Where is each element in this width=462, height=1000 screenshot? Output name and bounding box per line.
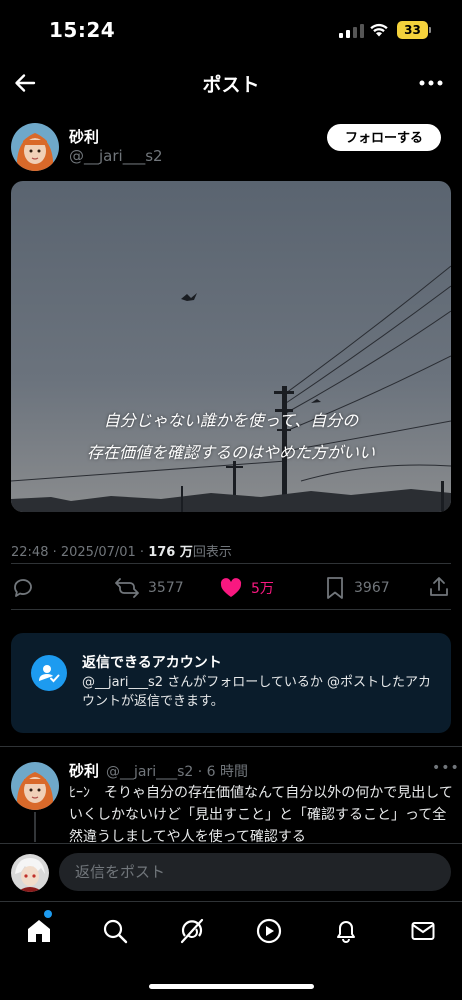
reply-more-button[interactable]: ••• xyxy=(432,760,460,776)
home-indicator xyxy=(149,984,314,989)
cellular-signal-icon xyxy=(339,22,364,38)
reply-author-name[interactable]: 砂利 xyxy=(69,760,99,781)
share-button[interactable] xyxy=(427,575,451,599)
reply-restriction-body: @__jari___s2 さんがフォローしているか @ポストしたアカウントが返信… xyxy=(82,675,431,709)
thread-line xyxy=(34,812,36,842)
post-timestamp: 22:48 · 2025/07/01 · xyxy=(11,545,149,560)
compose-bar: 返信をポスト xyxy=(0,843,462,901)
tab-home[interactable] xyxy=(24,916,54,946)
reply-meta: @__jari___s2 · 6 時間 xyxy=(106,764,249,780)
arrow-left-icon xyxy=(15,74,36,92)
page-title: ポスト xyxy=(202,74,260,96)
nav-header: ポスト xyxy=(0,60,462,106)
home-icon xyxy=(28,920,50,942)
reply-text: ﾋｰﾝ そりゃ自分の存在価値なんて自分以外の何かで見出していくしかないけど「見出… xyxy=(69,785,453,845)
post-image[interactable]: 自分じゃない誰かを使って、自分の 存在価値を確認するのはやめた方がいい xyxy=(11,181,451,512)
post-actions: 3577 5万 3967 xyxy=(0,572,462,606)
mentioned-user-icon xyxy=(31,655,67,691)
like-count: 5万 xyxy=(251,581,274,597)
heart-filled-icon xyxy=(220,578,242,597)
like-button[interactable]: 5万 xyxy=(219,576,274,600)
messages-icon xyxy=(411,922,435,940)
reply-input[interactable]: 返信をポスト xyxy=(59,853,451,891)
tab-grok[interactable] xyxy=(177,916,207,946)
repost-icon xyxy=(115,578,139,598)
grok-icon xyxy=(180,918,204,944)
tab-notifications[interactable] xyxy=(331,916,361,946)
view-count: 176 万 xyxy=(148,545,193,560)
views-label: 回表示 xyxy=(192,545,232,560)
battery-level: 33 xyxy=(397,21,428,39)
user-avatar[interactable] xyxy=(11,854,49,892)
follow-button[interactable]: フォローする xyxy=(327,124,441,151)
repost-button[interactable]: 3577 xyxy=(114,576,184,600)
status-time: 15:24 xyxy=(49,18,116,42)
post-meta: 22:48 · 2025/07/01 · 176 万回表示 xyxy=(11,541,232,560)
divider xyxy=(11,609,451,610)
author-avatar[interactable] xyxy=(11,123,59,171)
reply-author-avatar[interactable] xyxy=(11,762,59,810)
author-handle[interactable]: @__jari___s2 xyxy=(69,147,163,165)
notifications-icon xyxy=(337,921,355,943)
repost-count: 3577 xyxy=(148,580,184,596)
bookmark-icon xyxy=(327,577,343,599)
wifi-icon xyxy=(370,23,388,37)
battery-icon: 33 xyxy=(397,21,431,39)
tab-video[interactable] xyxy=(254,916,284,946)
tab-messages[interactable] xyxy=(408,916,438,946)
tab-search[interactable] xyxy=(100,916,130,946)
back-button[interactable] xyxy=(10,68,40,98)
reply-button[interactable] xyxy=(11,576,35,600)
reply-restriction-title: 返信できるアカウント xyxy=(82,655,222,671)
reply-icon xyxy=(14,579,32,597)
home-notification-dot xyxy=(44,910,52,918)
image-caption-line-2: 存在価値を確認するのはやめた方がいい xyxy=(86,443,375,462)
divider xyxy=(11,563,451,564)
bookmark-button[interactable]: 3967 xyxy=(324,576,390,600)
more-options-button[interactable] xyxy=(416,68,446,98)
video-icon xyxy=(256,918,282,944)
divider xyxy=(0,746,462,747)
image-caption-line-1: 自分じゃない誰かを使って、自分の xyxy=(103,411,359,430)
reply-restriction-card: 返信できるアカウント @__jari___s2 さんがフォローしているか @ポス… xyxy=(11,633,451,733)
share-icon xyxy=(430,577,448,596)
more-horizontal-icon xyxy=(419,80,443,86)
bookmark-count: 3967 xyxy=(354,580,390,596)
author-name[interactable]: 砂利 xyxy=(69,126,99,147)
search-icon xyxy=(103,919,128,944)
status-bar: 15:24 33 xyxy=(0,0,462,60)
